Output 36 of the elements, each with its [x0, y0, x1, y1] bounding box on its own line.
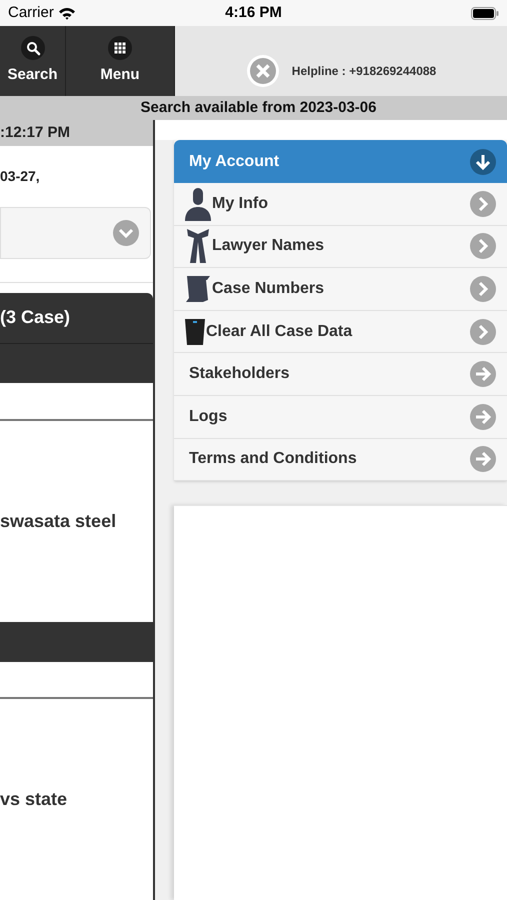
arrow-right-icon	[469, 402, 497, 431]
date-text: 03-27,	[0, 166, 40, 186]
grid-icon	[108, 36, 132, 60]
helpline-text: Helpline : +918269244088	[292, 63, 436, 80]
menu-item[interactable]: Case Numbers	[174, 268, 507, 311]
clock-time: 4:16 PM	[225, 2, 282, 23]
account-header[interactable]: My Account	[174, 140, 507, 183]
search-icon	[20, 36, 44, 60]
time-bar: :12:17 PM	[0, 120, 153, 146]
chevron-right-icon	[469, 274, 497, 303]
availability-banner: Search available from 2023-03-06	[0, 96, 507, 120]
arrow-down-icon	[469, 148, 497, 176]
arrow-right-icon	[469, 360, 497, 388]
menu-item[interactable]: Logs	[174, 396, 507, 439]
chevron-right-icon	[469, 318, 497, 346]
chevron-right-icon	[469, 232, 497, 260]
menu-item[interactable]: Lawyer Names	[174, 226, 507, 268]
carrier-label: Carrier	[8, 2, 54, 23]
person-icon	[184, 186, 212, 221]
case-title: swasata steel	[0, 510, 116, 533]
menu-item[interactable]: My Info	[174, 183, 507, 226]
case-title: vs state	[0, 788, 68, 812]
menu-item[interactable]: Stakeholders	[174, 353, 507, 396]
menu-item[interactable]: Terms and Conditions	[174, 438, 507, 482]
trash-bin-icon	[184, 318, 206, 346]
group-header: (3 Case)	[0, 292, 153, 344]
lawyer-gown-icon	[184, 228, 212, 264]
wifi-icon	[58, 6, 76, 20]
scroll-icon	[184, 274, 212, 303]
dropdown-field[interactable]	[0, 206, 151, 260]
menu-item[interactable]: Clear All Case Data	[174, 310, 507, 354]
battery-icon	[470, 6, 499, 20]
chevron-down-icon	[112, 219, 140, 248]
chevron-right-icon	[469, 190, 497, 218]
arrow-right-icon	[469, 445, 497, 474]
close-icon[interactable]	[246, 54, 280, 88]
